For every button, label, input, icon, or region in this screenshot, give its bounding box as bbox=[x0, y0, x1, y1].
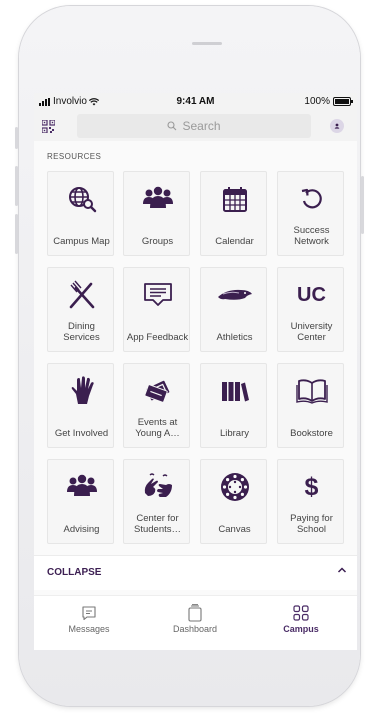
tile-canvas[interactable]: Canvas bbox=[200, 459, 267, 544]
tile-label: University Center bbox=[290, 321, 333, 343]
avatar[interactable] bbox=[330, 119, 344, 133]
tab-label: Messages bbox=[68, 624, 110, 634]
refresh-icon bbox=[301, 188, 322, 209]
tile-success-network[interactable]: Success Network bbox=[277, 171, 344, 256]
tile-label: Athletics bbox=[216, 332, 253, 343]
tile-paying-for-school[interactable]: $ Paying for School bbox=[277, 459, 344, 544]
sign-language-icon bbox=[144, 473, 172, 497]
tile-label: Campus Map bbox=[53, 236, 110, 247]
app-screen: Involvio 9:41 AM 100% Search RESOURCES C… bbox=[34, 93, 357, 650]
tile-label: Advising bbox=[63, 524, 100, 535]
tab-campus[interactable]: Campus bbox=[256, 602, 346, 634]
side-button bbox=[15, 214, 18, 254]
search-icon bbox=[167, 121, 177, 131]
uc-logo-icon: UC bbox=[297, 283, 326, 306]
collapse-label: COLLAPSE bbox=[47, 567, 102, 578]
tile-events[interactable]: Events at Young A… bbox=[123, 363, 190, 448]
tab-label: Campus bbox=[283, 624, 319, 634]
tile-label: App Feedback bbox=[126, 332, 189, 343]
people-icon bbox=[142, 186, 173, 208]
canvas-icon bbox=[220, 473, 249, 501]
battery-percent: 100% bbox=[304, 96, 330, 107]
tile-calendar[interactable]: Calendar bbox=[200, 171, 267, 256]
chevron-up-icon bbox=[337, 567, 347, 573]
message-icon bbox=[82, 606, 96, 621]
tile-advising[interactable]: Advising bbox=[47, 459, 114, 544]
side-button bbox=[15, 127, 18, 149]
dollar-icon: $ bbox=[304, 472, 319, 501]
collapse-button[interactable]: COLLAPSE bbox=[34, 555, 357, 590]
qr-code-icon[interactable] bbox=[42, 120, 55, 133]
tile-label: Center for Students… bbox=[134, 513, 181, 535]
tile-label: Canvas bbox=[218, 524, 251, 535]
tile-get-involved[interactable]: Get Involved bbox=[47, 363, 114, 448]
tile-center-for-students[interactable]: Center for Students… bbox=[123, 459, 190, 544]
search-input[interactable]: Search bbox=[77, 114, 311, 138]
open-book-icon bbox=[295, 379, 328, 404]
search-placeholder: Search bbox=[182, 119, 221, 133]
tile-campus-map[interactable]: Campus Map bbox=[47, 171, 114, 256]
tab-dashboard[interactable]: Dashboard bbox=[150, 602, 240, 634]
tile-groups[interactable]: Groups bbox=[123, 171, 190, 256]
side-button bbox=[15, 166, 18, 206]
tile-label: Paying for School bbox=[290, 513, 333, 535]
tile-dining-services[interactable]: Dining Services bbox=[47, 267, 114, 352]
tile-university-center[interactable]: UC University Center bbox=[277, 267, 344, 352]
mascot-logo-icon bbox=[217, 289, 252, 300]
books-icon bbox=[221, 382, 249, 402]
raised-hand-icon bbox=[71, 376, 94, 404]
user-icon bbox=[334, 123, 340, 129]
tile-label: Bookstore bbox=[290, 428, 333, 439]
tile-library[interactable]: Library bbox=[200, 363, 267, 448]
tile-label: Success Network bbox=[293, 225, 330, 247]
tickets-icon bbox=[143, 380, 169, 403]
fork-knife-icon bbox=[69, 280, 94, 309]
tile-bookstore[interactable]: Bookstore bbox=[277, 363, 344, 448]
tile-athletics[interactable]: Athletics bbox=[200, 267, 267, 352]
people-icon bbox=[66, 474, 97, 496]
tab-label: Dashboard bbox=[172, 624, 218, 634]
tile-label: Events at Young A… bbox=[135, 417, 180, 439]
section-title: RESOURCES bbox=[47, 152, 102, 161]
calendar-icon bbox=[222, 187, 247, 212]
status-bar: Involvio 9:41 AM 100% bbox=[34, 93, 357, 111]
dashboard-icon bbox=[188, 604, 202, 622]
tile-label: Library bbox=[219, 428, 250, 439]
tile-label: Get Involved bbox=[54, 428, 109, 439]
battery-icon bbox=[333, 97, 353, 106]
resources-section: RESOURCES Campus Map Groups Calendar Suc… bbox=[34, 141, 357, 609]
side-button bbox=[361, 176, 364, 234]
tile-label: Calendar bbox=[215, 236, 254, 247]
globe-search-icon bbox=[68, 187, 96, 213]
tab-bar: Messages Dashboard Campus bbox=[34, 595, 357, 650]
status-right: 100% bbox=[304, 96, 353, 107]
tile-label: Dining Services bbox=[63, 321, 100, 343]
top-bar: Search bbox=[34, 111, 357, 141]
feedback-icon bbox=[143, 283, 172, 306]
grid-icon bbox=[293, 605, 309, 621]
tab-messages[interactable]: Messages bbox=[44, 602, 134, 634]
tile-label: Groups bbox=[141, 236, 174, 247]
phone-speaker bbox=[192, 42, 222, 45]
tile-app-feedback[interactable]: App Feedback bbox=[123, 267, 190, 352]
